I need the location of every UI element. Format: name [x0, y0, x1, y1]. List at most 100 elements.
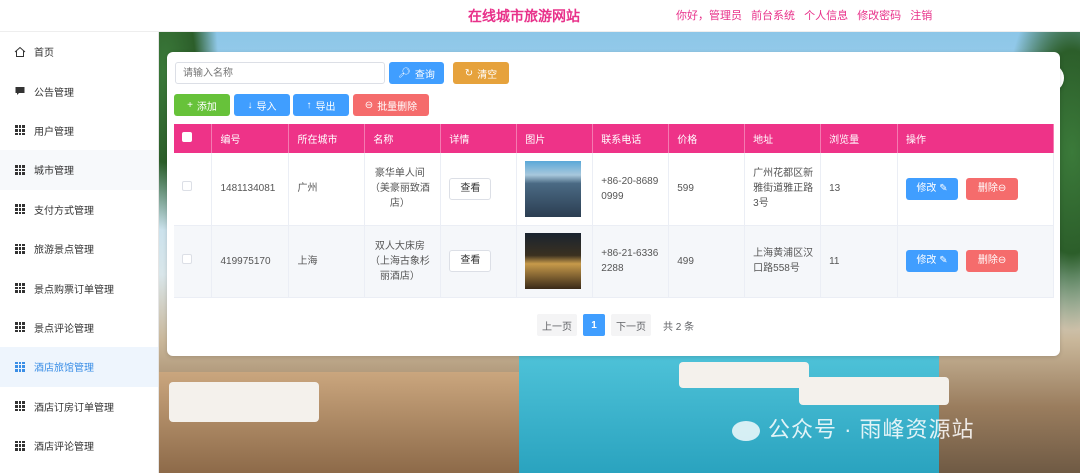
- table-row: 419975170 上海 双人大床房（上海古象杉丽酒店） 查看 +86-21-6…: [174, 225, 1054, 298]
- link-change-password[interactable]: 修改密码: [857, 10, 901, 22]
- export-button[interactable]: ↑ 导出: [293, 94, 349, 116]
- cell-name: 双人大床房（上海古象杉丽酒店）: [364, 225, 442, 298]
- grid-icon: [14, 282, 26, 294]
- column-header: 联系电话: [592, 124, 670, 153]
- sidebar-item-label: 酒店评论管理: [34, 442, 94, 454]
- column-header: 图片: [516, 124, 594, 153]
- sidebar-item-label: 景点评论管理: [34, 323, 94, 335]
- query-button[interactable]: 🔎︎ 查询: [389, 62, 444, 84]
- sidebar-item-ticket-orders[interactable]: 景点购票订单管理: [0, 268, 158, 307]
- table-header-row: 编号 所在城市 名称 详情 图片 联系电话 价格 地址 浏览量 操作: [174, 124, 1054, 153]
- table-row: 1481134081 广州 豪华单人间（美豪丽致酒店） 查看 +86-20-86…: [174, 153, 1054, 226]
- cell-price: 599: [668, 153, 746, 226]
- edit-icon: ✎: [939, 255, 948, 266]
- grid-icon: [14, 243, 26, 255]
- minus-circle-icon: ⊖: [997, 255, 1007, 266]
- grid-icon: [14, 361, 26, 373]
- cell-views: 11: [820, 225, 899, 298]
- search-input[interactable]: [175, 62, 385, 84]
- delete-button[interactable]: 删除⊖: [966, 177, 1019, 200]
- content-card: 🔎︎查询 ↻清空 +添加 ↓导入 ↑导出 ⊖批量删除 编号 所在城市 名称 详情…: [167, 52, 1060, 356]
- sidebar-item-hotel-reviews[interactable]: 酒店评论管理: [0, 426, 158, 465]
- arrow-up-icon: ↑: [306, 99, 312, 111]
- total-count: 共 2 条: [663, 321, 695, 333]
- grid-icon: [14, 321, 26, 333]
- grid-icon: [14, 164, 26, 176]
- sidebar-item-attraction-reviews[interactable]: 景点评论管理: [0, 308, 158, 347]
- edit-button[interactable]: 修改 ✎: [906, 250, 959, 272]
- row-checkbox[interactable]: [174, 225, 213, 298]
- row-checkbox[interactable]: [174, 153, 213, 226]
- edit-icon: ✎: [939, 182, 948, 194]
- sidebar-item-cities[interactable]: 城市管理: [0, 150, 158, 190]
- hotel-table: 编号 所在城市 名称 详情 图片 联系电话 价格 地址 浏览量 操作 14811…: [174, 124, 1054, 298]
- column-header: 价格: [668, 124, 746, 153]
- delete-button[interactable]: 删除⊖: [966, 250, 1019, 272]
- cell-image: [516, 225, 594, 298]
- cell-phone: +86-20-86890999: [592, 153, 670, 226]
- sidebar-item-label: 公告管理: [34, 87, 74, 99]
- hotel-image[interactable]: [525, 233, 582, 289]
- view-detail-button[interactable]: 查看: [449, 250, 492, 272]
- sidebar-item-home[interactable]: 首页: [0, 32, 158, 71]
- top-header: 在线城市旅游网站 你好，管理员 前台系统 个人信息 修改密码 注销: [0, 0, 1080, 32]
- cell-detail: 查看: [440, 225, 518, 298]
- edit-button[interactable]: 修改 ✎: [906, 177, 959, 200]
- column-header: 浏览量: [820, 124, 899, 153]
- arrow-down-icon: ↓: [247, 99, 253, 111]
- grid-icon: [14, 203, 26, 215]
- cell-address: 广州花都区新雅街道雅正路3号: [744, 153, 822, 226]
- select-all-checkbox[interactable]: [174, 124, 213, 153]
- sidebar: 首页 公告管理 用户管理 城市管理 支付方式管理 旅游景点管理 景点购票订单管理…: [0, 32, 159, 473]
- sidebar-item-announcements[interactable]: 公告管理: [0, 71, 158, 110]
- hotel-image[interactable]: [525, 160, 582, 217]
- cell-image: [516, 153, 594, 226]
- cell-name: 豪华单人间（美豪丽致酒店）: [364, 153, 442, 226]
- sidebar-item-payment-methods[interactable]: 支付方式管理: [0, 190, 158, 229]
- sidebar-item-hotels[interactable]: 酒店旅馆管理: [0, 347, 158, 387]
- link-profile[interactable]: 个人信息: [804, 10, 848, 22]
- minus-circle-icon: ⊖: [997, 182, 1007, 194]
- column-header: 所在城市: [288, 124, 366, 153]
- view-detail-button[interactable]: 查看: [449, 177, 492, 200]
- pagination: 上一页 1 下一页 共 2 条: [537, 314, 694, 336]
- batch-delete-button[interactable]: ⊖ 批量删除: [353, 94, 429, 116]
- cell-city: 广州: [288, 153, 366, 226]
- sidebar-item-users[interactable]: 用户管理: [0, 111, 158, 150]
- cell-detail: 查看: [440, 153, 518, 226]
- sidebar-item-label: 景点购票订单管理: [34, 284, 114, 296]
- sidebar-item-label: 酒店旅馆管理: [34, 363, 94, 375]
- sidebar-item-label: 用户管理: [34, 126, 74, 138]
- greeting-text: 你好，管理员: [676, 10, 742, 22]
- clear-button[interactable]: ↻ 清空: [453, 62, 509, 84]
- lounge-chair: [799, 377, 949, 405]
- wechat-icon: [732, 421, 760, 442]
- column-header: 详情: [440, 124, 518, 153]
- sidebar-item-attractions[interactable]: 旅游景点管理: [0, 229, 158, 268]
- link-logout[interactable]: 注销: [910, 10, 932, 22]
- cell-actions: 修改 ✎ 删除⊖: [897, 225, 1054, 298]
- cell-id: 419975170: [211, 225, 290, 298]
- plus-icon: +: [187, 99, 193, 111]
- prev-page-button[interactable]: 上一页: [537, 314, 577, 336]
- grid-icon: [14, 400, 26, 412]
- minus-circle-icon: ⊖: [364, 99, 374, 111]
- sidebar-item-label: 首页: [34, 48, 54, 60]
- cell-city: 上海: [288, 225, 366, 298]
- watermark: 公众号 · 雨峰资源站: [732, 412, 975, 444]
- site-title: 在线城市旅游网站: [468, 8, 580, 24]
- grid-icon: [14, 124, 26, 136]
- top-links: 你好，管理员 前台系统 个人信息 修改密码 注销: [676, 7, 938, 23]
- page-number-current[interactable]: 1: [583, 314, 605, 336]
- next-page-button[interactable]: 下一页: [611, 314, 651, 336]
- sidebar-item-label: 旅游景点管理: [34, 245, 94, 257]
- link-frontend[interactable]: 前台系统: [751, 10, 795, 22]
- sidebar-item-hotel-orders[interactable]: 酒店订房订单管理: [0, 387, 158, 426]
- column-header: 编号: [211, 124, 290, 153]
- grid-icon: [14, 440, 26, 452]
- cell-phone: +86-21-63362288: [592, 225, 670, 298]
- import-button[interactable]: ↓ 导入: [234, 94, 290, 116]
- cell-views: 13: [820, 153, 899, 226]
- add-button[interactable]: + 添加: [174, 94, 230, 116]
- home-icon: [14, 46, 26, 58]
